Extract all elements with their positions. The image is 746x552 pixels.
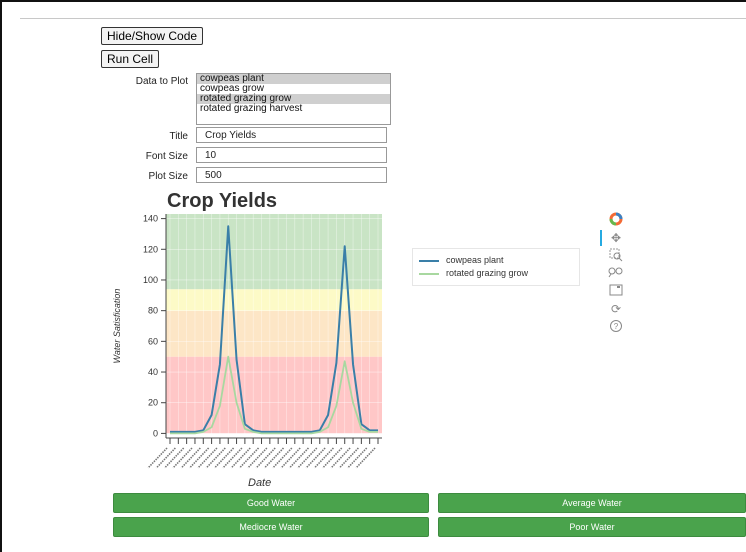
x-tick-label xyxy=(280,447,301,469)
x-tick-label xyxy=(288,447,310,469)
x-axis-title: Date xyxy=(248,477,272,489)
x-tick-label xyxy=(180,447,201,469)
good-water-button[interactable]: Good Water xyxy=(113,493,429,513)
hide-show-code-button[interactable]: Hide/Show Code xyxy=(101,27,204,45)
x-tick-label xyxy=(347,447,368,469)
x-tick-label xyxy=(313,447,334,469)
pan-icon[interactable]: ✥ xyxy=(608,230,624,246)
x-tick-label xyxy=(164,447,185,469)
legend-label: rotated grazing grow xyxy=(446,268,529,278)
box-zoom-icon[interactable] xyxy=(608,248,624,264)
y-tick-label: 0 xyxy=(153,428,158,438)
y-tick-label: 40 xyxy=(148,367,158,377)
average-water-button[interactable]: Average Water xyxy=(438,493,746,513)
legend-item-cowpeas-plant: cowpeas plant xyxy=(419,254,504,266)
x-tick-label xyxy=(172,447,193,469)
title-label: Title xyxy=(169,131,188,142)
help-icon[interactable]: ? xyxy=(608,319,624,335)
option-rotated-grazing-harvest[interactable]: rotated grazing harvest xyxy=(197,104,390,114)
legend-item-rotated-grazing-grow: rotated grazing grow xyxy=(419,267,528,279)
y-tick-label: 60 xyxy=(148,336,158,346)
legend-swatch xyxy=(419,259,439,262)
x-tick-label xyxy=(205,447,226,469)
svg-text:?: ? xyxy=(614,322,619,331)
chart-legend: cowpeas plant rotated grazing grow xyxy=(412,248,580,286)
divider xyxy=(20,18,746,19)
x-tick-label xyxy=(297,447,318,469)
x-tick-label xyxy=(355,447,376,469)
plot-size-label: Plot Size xyxy=(148,171,188,182)
mediocre-water-button[interactable]: Mediocre Water xyxy=(113,517,429,537)
x-tick-label xyxy=(322,447,343,469)
band-3 xyxy=(166,214,382,290)
font-size-label: Font Size xyxy=(145,151,188,162)
band-0 xyxy=(166,356,382,434)
bokeh-logo-icon[interactable] xyxy=(608,212,624,228)
active-tool-indicator xyxy=(600,230,602,246)
legend-swatch xyxy=(419,272,439,275)
plot-size-input[interactable]: 500 xyxy=(196,167,387,183)
title-input[interactable]: Crop Yields xyxy=(196,127,387,143)
x-tick-label xyxy=(272,447,293,469)
y-tick-label: 20 xyxy=(148,398,158,408)
chart[interactable]: 0 20 40 60 80 100 120 140 Water Satisfication xyxy=(108,208,408,478)
x-tick-label xyxy=(189,447,210,469)
save-icon[interactable] xyxy=(608,283,624,299)
y-axis-title: Water Satisfication xyxy=(112,289,122,364)
x-tick-label xyxy=(147,447,168,469)
x-tick-label xyxy=(338,447,359,469)
x-tick-label xyxy=(247,447,268,469)
legend-label: cowpeas plant xyxy=(446,255,504,265)
x-tick-label xyxy=(305,447,326,469)
poor-water-button[interactable]: Poor Water xyxy=(438,517,746,537)
y-tick-label: 100 xyxy=(143,275,158,285)
run-cell-button[interactable]: Run Cell xyxy=(101,50,160,68)
x-tick-label xyxy=(222,447,243,469)
x-tick-label xyxy=(155,447,176,469)
x-tick-label xyxy=(255,447,276,469)
data-to-plot-label: Data to Plot xyxy=(135,76,188,87)
x-tick-label xyxy=(238,447,260,469)
y-tick-label: 140 xyxy=(143,214,158,224)
font-size-input[interactable]: 10 xyxy=(196,147,387,163)
y-tick-label: 80 xyxy=(148,306,158,316)
reset-icon[interactable]: ⟳ xyxy=(608,301,624,317)
x-tick-label xyxy=(330,447,351,469)
data-to-plot-select[interactable]: cowpeas plant cowpeas grow rotated grazi… xyxy=(196,73,391,125)
y-tick-label: 120 xyxy=(143,244,158,254)
x-tick-label xyxy=(213,447,235,469)
x-tick-label xyxy=(197,447,218,469)
wheel-zoom-icon[interactable] xyxy=(608,265,624,281)
x-tick-label xyxy=(230,447,251,469)
x-tick-label xyxy=(263,447,285,469)
